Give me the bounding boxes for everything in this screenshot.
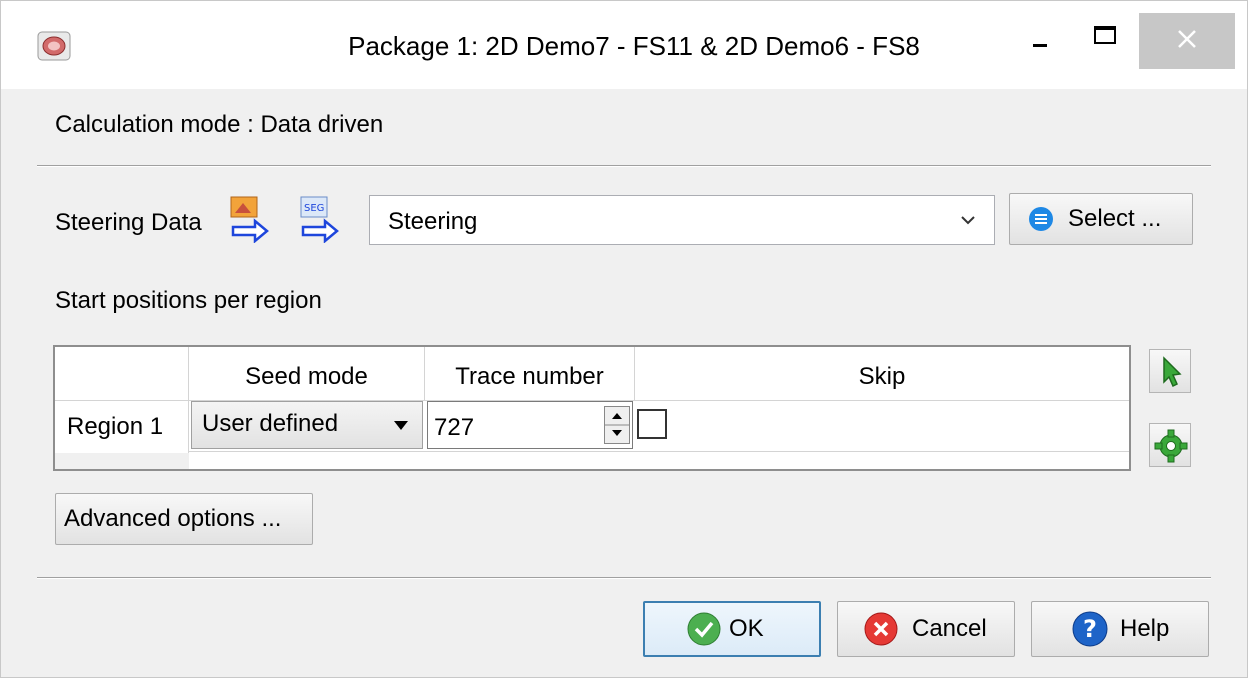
dialog-client-area: Calculation mode : Data driven Steering … (29, 89, 1219, 657)
column-header-seed-mode[interactable]: Seed mode (189, 347, 425, 401)
seed-mode-value: User defined (202, 410, 339, 437)
pick-position-button[interactable] (1149, 349, 1191, 393)
separator-top (37, 165, 1211, 167)
calculation-mode-label: Calculation mode : Data driven (55, 111, 384, 138)
maximize-button[interactable] (1071, 13, 1133, 69)
help-button-label: Help (1120, 615, 1170, 642)
cancel-circle-icon (864, 612, 898, 646)
checkmark-circle-icon (687, 612, 721, 646)
title-bar: Package 1: 2D Demo7 - FS11 & 2D Demo6 - … (1, 1, 1247, 89)
advanced-options-label: Advanced options ... (64, 505, 282, 532)
table-row-header-gutter (55, 453, 189, 469)
start-positions-table: Seed mode Trace number Skip Region 1 Use… (53, 345, 1131, 471)
table-corner-header (55, 347, 189, 401)
dropdown-arrow-icon (394, 421, 408, 430)
steering-data-label: Steering Data (55, 209, 202, 236)
table-row-divider (189, 451, 1129, 452)
row-header-region: Region 1 (55, 401, 189, 453)
dialog-window: Package 1: 2D Demo7 - FS11 & 2D Demo6 - … (0, 0, 1248, 678)
skip-checkbox[interactable] (637, 409, 667, 439)
list-circle-icon (1029, 207, 1053, 231)
start-positions-label: Start positions per region (55, 287, 322, 314)
trace-number-value: 727 (434, 414, 475, 441)
select-button[interactable]: Select ... (1009, 193, 1193, 245)
svg-text:?: ? (1083, 615, 1097, 643)
svg-text:SEG: SEG (304, 203, 324, 214)
steering-combo-value: Steering (388, 208, 478, 235)
ok-button-label: OK (729, 615, 764, 642)
spinner-arrows-icon[interactable] (604, 406, 630, 444)
settings-button[interactable] (1149, 423, 1191, 467)
advanced-options-button[interactable]: Advanced options ... (55, 493, 313, 545)
column-header-trace-number[interactable]: Trace number (425, 347, 635, 401)
select-button-label: Select ... (1068, 205, 1162, 232)
import-steering-icon[interactable] (229, 195, 269, 243)
separator-bottom (37, 577, 1211, 579)
import-seg-icon[interactable]: SEG (299, 195, 339, 243)
ok-button[interactable]: OK (643, 601, 821, 657)
chevron-down-icon (961, 216, 975, 225)
help-button[interactable]: ? Help (1031, 601, 1209, 657)
trace-number-spinner[interactable]: 727 (427, 401, 633, 449)
cursor-arrow-icon (1163, 356, 1182, 388)
seed-mode-dropdown[interactable]: User defined (191, 401, 423, 449)
column-header-skip[interactable]: Skip (635, 347, 1129, 401)
steering-combo[interactable]: Steering (369, 195, 995, 245)
gear-icon (1154, 429, 1188, 463)
minimize-button[interactable] (1011, 13, 1067, 69)
cancel-button[interactable]: Cancel (837, 601, 1015, 657)
help-circle-icon: ? (1072, 611, 1108, 647)
cancel-button-label: Cancel (912, 615, 987, 642)
close-button[interactable] (1139, 13, 1235, 69)
